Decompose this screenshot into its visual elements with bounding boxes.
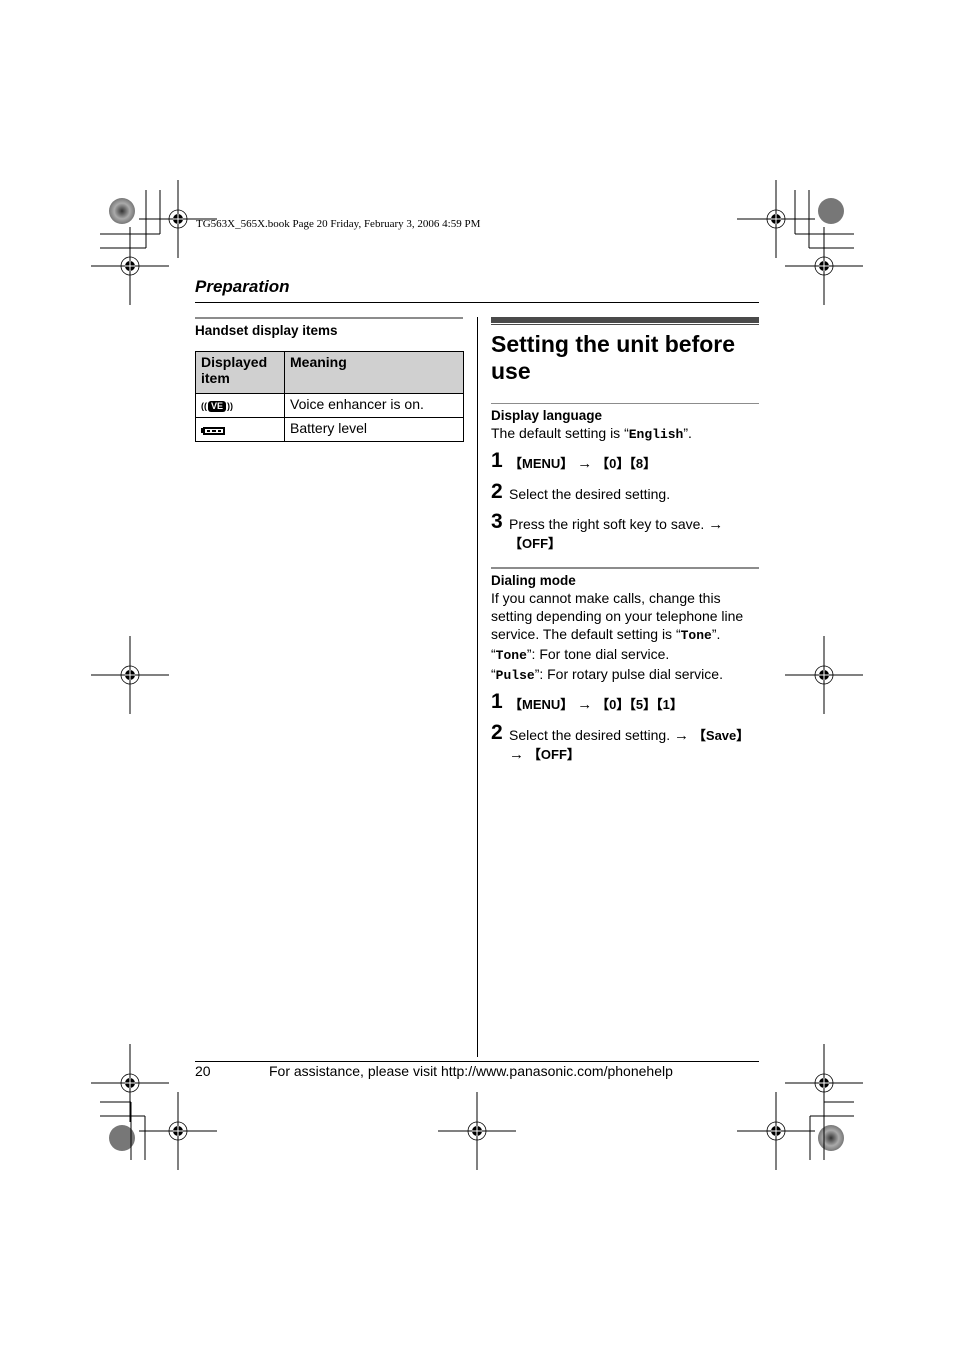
meaning-cell: Voice enhancer is on.	[284, 393, 464, 418]
title-rule-thick	[491, 317, 759, 323]
arrow-icon: →	[674, 727, 689, 744]
section-rule	[491, 567, 759, 569]
column-header: Meaning	[284, 351, 464, 394]
title-rule-thin	[491, 324, 759, 325]
color-target-star	[818, 1125, 844, 1151]
step-2: 2 Select the desired setting. → 【Save】 → …	[491, 721, 750, 764]
arrow-icon: →	[708, 516, 724, 533]
print-slug: TG563X_565X.book Page 20 Friday, Februar…	[196, 218, 481, 230]
key-save: Save	[705, 728, 737, 743]
table-header-row: Displayed item Meaning	[195, 351, 464, 394]
battery-icon	[201, 426, 225, 435]
registration-mark	[90, 226, 170, 306]
arrow-icon: →	[509, 746, 524, 763]
section-rule	[491, 403, 759, 404]
step-2: 2 Select the desired setting.	[491, 480, 671, 503]
key-menu: MENU	[522, 697, 561, 712]
header-rule	[195, 302, 759, 303]
footer-rule	[195, 1061, 759, 1062]
registration-mark	[784, 635, 864, 715]
arrow-icon: →	[577, 696, 593, 713]
color-target-gray	[818, 198, 844, 224]
section-title: Preparation	[195, 277, 290, 296]
registration-mark	[90, 635, 170, 715]
table-row: ((VE)) Voice enhancer is on.	[195, 393, 464, 418]
arrow-icon: →	[577, 455, 593, 472]
key-off: OFF	[540, 747, 567, 762]
section-rule	[195, 317, 463, 319]
registration-mark	[437, 1091, 517, 1171]
display-language-heading: Display language	[491, 408, 603, 423]
dialing-mode-text: If you cannot make calls, change this se…	[491, 590, 744, 683]
meaning-cell: Battery level	[284, 417, 464, 442]
step-1: 1 【MENU】 → 【0】【5】【1】	[491, 690, 683, 714]
step-1: 1 【MENU】 → 【0】【8】	[491, 449, 657, 473]
page-title: Setting the unit before use	[491, 331, 736, 384]
table-row: Battery level	[195, 417, 464, 442]
registration-mark	[90, 1043, 170, 1123]
color-target-star	[109, 198, 135, 224]
display-items-table: Displayed item Meaning ((VE)) Voice enha…	[195, 351, 464, 442]
column-divider	[477, 317, 478, 1057]
registration-mark	[736, 179, 816, 259]
step-3: 3 Press the right soft key to save. → 【OF…	[491, 510, 724, 552]
handset-display-heading: Handset display items	[195, 323, 338, 338]
right-column: Setting the unit before use Display lang…	[491, 317, 759, 764]
key-menu: MENU	[522, 456, 561, 471]
column-header: Displayed item	[195, 351, 285, 394]
dialing-mode-heading: Dialing mode	[491, 573, 576, 588]
left-column: Handset display items Displayed item Mea…	[195, 317, 464, 442]
display-language-text: The default setting is “English”.	[491, 425, 692, 442]
default-value: English	[628, 427, 684, 442]
registration-mark	[736, 1091, 816, 1171]
footer-assistance-text: For assistance, please visit http://www.…	[269, 1063, 673, 1079]
voice-enhancer-icon: ((VE))	[201, 400, 234, 412]
page-number: 20	[195, 1063, 211, 1079]
key-off: OFF	[522, 536, 549, 551]
registration-mark	[784, 226, 864, 306]
registration-mark	[138, 1091, 218, 1171]
